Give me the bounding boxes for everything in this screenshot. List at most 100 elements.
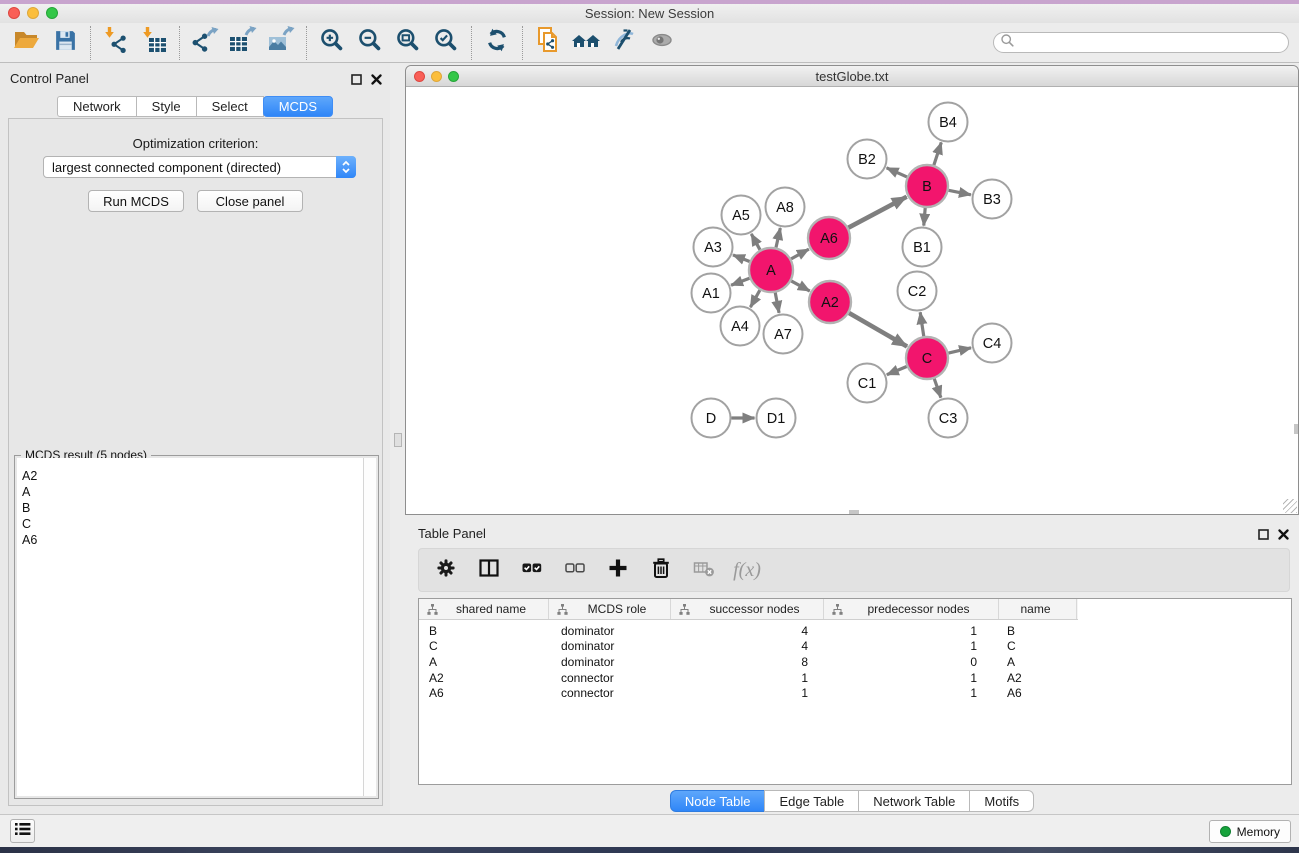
- graph-node-B4[interactable]: B4: [929, 103, 968, 142]
- column-header-successor-nodes[interactable]: successor nodes: [671, 599, 824, 619]
- table-cell-name[interactable]: A2: [999, 671, 1077, 685]
- network-close-button[interactable]: [414, 71, 425, 82]
- mcds-result-item[interactable]: A: [17, 484, 362, 500]
- minimize-window-button[interactable]: [27, 7, 39, 19]
- table-cell-shared-name[interactable]: A2: [419, 671, 549, 685]
- mcds-result-item[interactable]: B: [17, 500, 362, 516]
- table-cell-name[interactable]: A: [999, 655, 1077, 669]
- network-graph[interactable]: AA1A2A3A4A5A6A7A8BB1B2B3B4CC1C2C3C4DD1: [406, 88, 1298, 514]
- table-cell-name[interactable]: C: [999, 639, 1077, 653]
- table-cell-mcds-role[interactable]: dominator: [549, 655, 671, 669]
- close-panel-icon[interactable]: [371, 72, 382, 90]
- show-column-panel-button[interactable]: [476, 557, 502, 583]
- control-tab-mcds[interactable]: MCDS: [263, 96, 333, 117]
- tab-node-table[interactable]: Node Table: [670, 790, 766, 812]
- memory-button[interactable]: Memory: [1209, 820, 1291, 843]
- toolbar-search-field[interactable]: [993, 32, 1289, 53]
- tab-edge-table[interactable]: Edge Table: [764, 790, 859, 812]
- table-row[interactable]: Adominator80A: [419, 654, 1291, 670]
- table-cell-mcds-role[interactable]: connector: [549, 671, 671, 685]
- mcds-result-item[interactable]: A2: [17, 468, 362, 484]
- mcds-result-item[interactable]: A6: [17, 532, 362, 548]
- zoom-window-button[interactable]: [46, 7, 58, 19]
- column-header-mcds-role[interactable]: MCDS role: [549, 599, 671, 619]
- table-settings-button[interactable]: [433, 557, 459, 583]
- graph-node-A5[interactable]: A5: [722, 196, 761, 235]
- table-cell-successor-nodes[interactable]: 1: [671, 671, 824, 685]
- graph-edge-B-B3[interactable]: [949, 190, 971, 194]
- panel-splitter-handle[interactable]: [394, 433, 402, 447]
- graph-edge-A-A6[interactable]: [791, 249, 809, 259]
- close-panel-button[interactable]: Close panel: [197, 190, 303, 212]
- import-network-button[interactable]: [97, 25, 135, 61]
- column-header-name[interactable]: name: [999, 599, 1077, 619]
- graph-edge-C-C3[interactable]: [934, 379, 941, 398]
- task-history-button[interactable]: [10, 819, 35, 843]
- table-cell-mcds-role[interactable]: dominator: [549, 639, 671, 653]
- mcds-result-item[interactable]: C: [17, 516, 362, 532]
- zoom-in-button[interactable]: [313, 25, 351, 61]
- mcds-result-list[interactable]: A2ABCA6: [17, 458, 376, 796]
- table-cell-successor-nodes[interactable]: 4: [671, 624, 824, 638]
- export-network-button[interactable]: [186, 25, 224, 61]
- table-row[interactable]: Bdominator41B: [419, 623, 1291, 639]
- graph-edge-A-A2[interactable]: [791, 281, 810, 291]
- close-window-button[interactable]: [8, 7, 20, 19]
- refresh-button[interactable]: [478, 25, 516, 61]
- graph-node-A6[interactable]: A6: [808, 217, 850, 259]
- graph-node-B2[interactable]: B2: [848, 140, 887, 179]
- graph-node-B[interactable]: B: [906, 165, 948, 207]
- graph-node-C2[interactable]: C2: [898, 272, 937, 311]
- graph-edge-A-A7[interactable]: [775, 293, 779, 313]
- table-cell-predecessor-nodes[interactable]: 1: [824, 639, 999, 653]
- close-panel-icon[interactable]: [1278, 527, 1289, 545]
- mcds-result-scrollbar[interactable]: [363, 458, 376, 796]
- graph-node-C[interactable]: C: [906, 337, 948, 379]
- table-cell-name[interactable]: B: [999, 624, 1077, 638]
- vertical-scroll-thumb[interactable]: [1294, 424, 1298, 434]
- graph-edge-C-C2[interactable]: [920, 312, 924, 336]
- table-cell-predecessor-nodes[interactable]: 1: [824, 671, 999, 685]
- select-all-button[interactable]: [519, 557, 545, 583]
- resize-grip-icon[interactable]: [1283, 499, 1297, 513]
- network-window-titlebar[interactable]: testGlobe.txt: [406, 66, 1298, 87]
- graph-node-B3[interactable]: B3: [973, 180, 1012, 219]
- graph-node-B1[interactable]: B1: [903, 228, 942, 267]
- column-header-shared-name[interactable]: shared name: [419, 599, 549, 619]
- graph-node-A2[interactable]: A2: [809, 281, 851, 323]
- float-panel-icon[interactable]: [1258, 527, 1269, 545]
- duplicate-network-button[interactable]: [529, 25, 567, 61]
- export-table-button[interactable]: [224, 25, 262, 61]
- search-input[interactable]: [1015, 34, 1288, 51]
- graph-node-A3[interactable]: A3: [694, 228, 733, 267]
- network-canvas[interactable]: AA1A2A3A4A5A6A7A8BB1B2B3B4CC1C2C3C4DD1: [406, 88, 1298, 514]
- tab-network-table[interactable]: Network Table: [858, 790, 970, 812]
- table-row[interactable]: Cdominator41C: [419, 639, 1291, 655]
- control-tab-select[interactable]: Select: [196, 96, 264, 117]
- table-cell-shared-name[interactable]: C: [419, 639, 549, 653]
- graph-edge-A2-C[interactable]: [849, 313, 907, 347]
- network-zoom-button[interactable]: [448, 71, 459, 82]
- graph-node-C3[interactable]: C3: [929, 399, 968, 438]
- zoom-selected-button[interactable]: [427, 25, 465, 61]
- table-cell-successor-nodes[interactable]: 4: [671, 639, 824, 653]
- graph-node-A4[interactable]: A4: [721, 307, 760, 346]
- hide-graphics-details-button[interactable]: [605, 25, 643, 61]
- graph-node-A[interactable]: A: [749, 248, 793, 292]
- table-row[interactable]: A2connector11A2: [419, 670, 1291, 686]
- graph-node-C4[interactable]: C4: [973, 324, 1012, 363]
- function-builder-button[interactable]: f(x): [734, 557, 760, 583]
- network-view-window[interactable]: testGlobe.txt AA1A2A3A4A5A6A7A8BB1B2B3B4…: [405, 65, 1299, 515]
- control-tab-style[interactable]: Style: [136, 96, 197, 117]
- table-cell-shared-name[interactable]: A: [419, 655, 549, 669]
- table-row[interactable]: A6connector11A6: [419, 685, 1291, 701]
- home-button[interactable]: [567, 25, 605, 61]
- criterion-dropdown[interactable]: largest connected component (directed): [43, 156, 356, 178]
- table-cell-mcds-role[interactable]: dominator: [549, 624, 671, 638]
- export-image-button[interactable]: [262, 25, 300, 61]
- delete-column-button[interactable]: [648, 557, 674, 583]
- column-header-predecessor-nodes[interactable]: predecessor nodes: [824, 599, 999, 619]
- graph-edge-B-B1[interactable]: [924, 208, 925, 226]
- graph-edge-A-A8[interactable]: [776, 228, 780, 248]
- import-table-button[interactable]: [135, 25, 173, 61]
